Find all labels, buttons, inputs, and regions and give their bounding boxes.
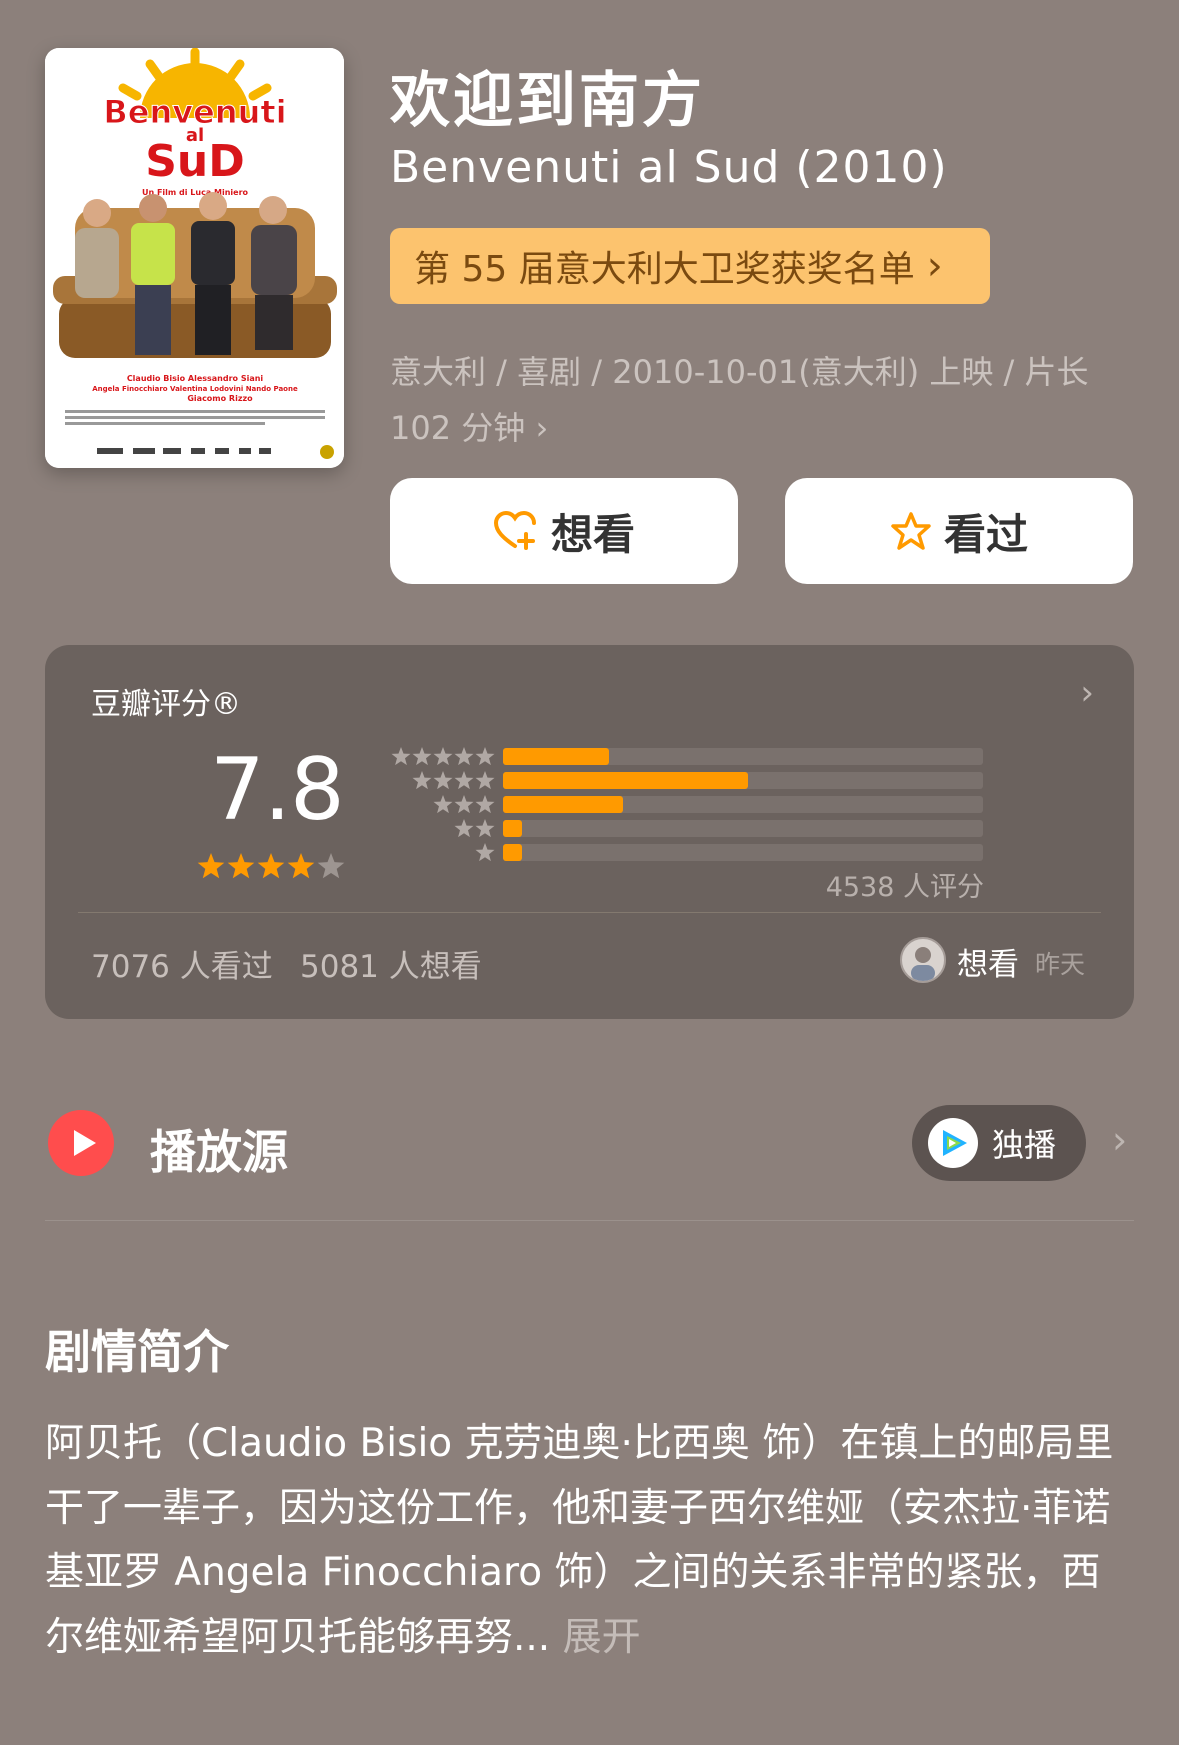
distribution-bar-row (503, 772, 983, 789)
distribution-star-icon (475, 795, 495, 814)
want-count: 5081 人想看 (300, 949, 482, 985)
movie-poster[interactable]: Benvenuti al SuD Un Film di Luca Miniero… (45, 48, 344, 468)
friend-time: 昨天 (1035, 950, 1086, 979)
poster-cast-line1: Claudio Bisio Alessandro Siani (127, 374, 264, 383)
distribution-star-icon (433, 747, 453, 766)
watched-button[interactable]: 看过 (785, 478, 1133, 584)
friend-action: 想看 (957, 947, 1019, 983)
distribution-star-icon (433, 771, 453, 790)
rating-stars (197, 853, 345, 879)
heart-plus-icon (493, 510, 536, 550)
rating-distribution (503, 748, 983, 868)
rating-star-icon (257, 853, 285, 879)
play-icon (48, 1110, 114, 1176)
want-to-watch-button[interactable]: 想看 (390, 478, 738, 584)
synopsis-title: 剧情简介 (45, 1325, 229, 1379)
divider (45, 1220, 1134, 1221)
distribution-star-icon (475, 843, 495, 862)
chevron-right-icon: › (1080, 673, 1094, 713)
rating-star-icon (227, 853, 255, 879)
distribution-star-icon (433, 795, 453, 814)
distribution-bar-row (503, 844, 983, 861)
expand-link[interactable]: 展开 (563, 1615, 641, 1660)
divider (78, 912, 1101, 913)
movie-original-title: Benvenuti al Sud (2010) (390, 142, 948, 193)
avatar[interactable] (900, 937, 946, 983)
chevron-right-icon: › (926, 243, 943, 289)
distribution-bar-row (503, 796, 983, 813)
tencent-video-icon (928, 1118, 978, 1168)
distribution-star-icon (475, 747, 495, 766)
playback-source-button[interactable]: 独播 (912, 1105, 1086, 1181)
rating-count: 4538 人评分 (825, 872, 984, 903)
award-text: 第 55 届意大利大卫奖获奖名单 (414, 249, 915, 290)
distribution-bar-row (503, 820, 983, 837)
watched-button-label: 看过 (943, 509, 1028, 559)
source-label: 独播 (992, 1126, 1057, 1164)
rating-card[interactable]: 豆瓣评分® › 7.8 4538 人评分 7076 人看过 5081 人想看 想… (45, 645, 1134, 1019)
distribution-bar-row (503, 748, 983, 765)
rating-score: 7.8 (210, 740, 345, 840)
synopsis-text: 阿贝托（Claudio Bisio 克劳迪奥·比西奥 饰）在镇上的邮局里干了一辈… (45, 1412, 1135, 1670)
poster-cast-line3: Giacomo Rizzo (187, 394, 253, 403)
distribution-bar-fill (503, 796, 623, 813)
distribution-star-icon (475, 771, 495, 790)
star-outline-icon (891, 512, 931, 550)
distribution-bar-fill (503, 772, 748, 789)
distribution-star-icon (412, 747, 432, 766)
playback-source-title: 播放源 (150, 1125, 288, 1179)
rating-star-icon (197, 853, 225, 879)
poster-cast-line2: Angela Finocchiaro Valentina Lodovini Na… (92, 385, 298, 393)
distribution-star-icon (454, 747, 474, 766)
rating-star-icon (317, 853, 345, 879)
award-badge[interactable]: 第 55 届意大利大卫奖获奖名单 › (390, 228, 990, 304)
poster-title-line3: SuD (145, 136, 245, 187)
distribution-bar-fill (503, 820, 523, 837)
seen-count: 7076 人看过 (91, 949, 273, 985)
rating-label: 豆瓣评分® (91, 687, 241, 722)
movie-title: 欢迎到南方 (390, 66, 705, 136)
distribution-star-icon (454, 771, 474, 790)
chevron-right-icon[interactable]: › (1112, 1118, 1127, 1162)
movie-meta-text: 意大利 / 喜剧 / 2010-10-01(意大利) 上映 / 片长 102 分… (390, 353, 1089, 447)
distribution-bar-fill (503, 844, 523, 861)
distribution-star-icon (391, 747, 411, 766)
movie-meta[interactable]: 意大利 / 喜剧 / 2010-10-01(意大利) 上映 / 片长 102 分… (390, 344, 1110, 456)
distribution-star-icon (454, 819, 474, 838)
distribution-star-icon (412, 771, 432, 790)
distribution-star-icon (454, 795, 474, 814)
distribution-bar-fill (503, 748, 609, 765)
chevron-right-icon: › (535, 409, 549, 447)
distribution-star-labels (391, 747, 495, 862)
rating-star-icon (287, 853, 315, 879)
distribution-star-icon (475, 819, 495, 838)
want-button-label: 想看 (550, 509, 635, 559)
